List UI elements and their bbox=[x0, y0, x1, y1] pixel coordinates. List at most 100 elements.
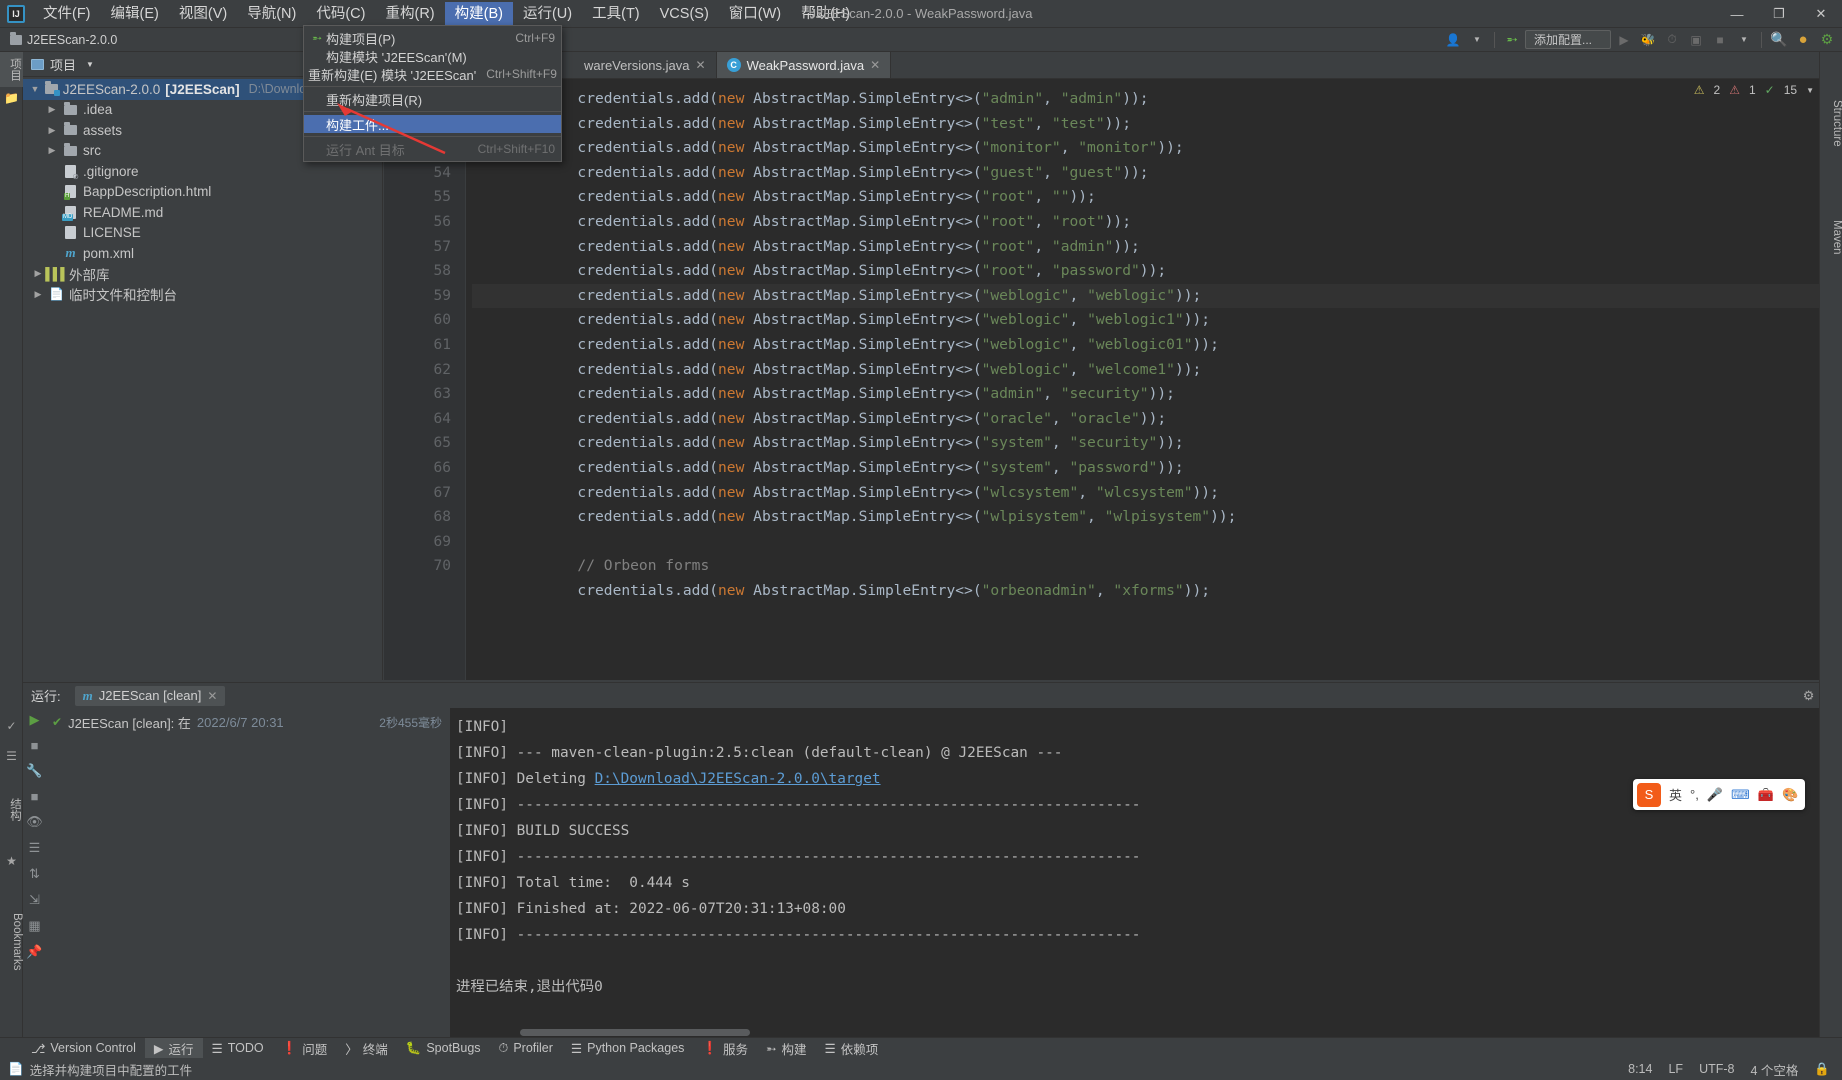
window-controls[interactable]: — ❐ ✕ bbox=[1716, 0, 1842, 28]
caret-position[interactable]: 8:14 bbox=[1628, 1062, 1652, 1076]
close-icon[interactable]: ✕ bbox=[696, 58, 706, 72]
menu-refactor[interactable]: 重构(R) bbox=[375, 2, 444, 26]
chevron-down-icon[interactable]: ▼ bbox=[1466, 30, 1488, 50]
tree-item-readme[interactable]: README.md bbox=[23, 202, 382, 223]
folder-icon[interactable]: 📁 bbox=[0, 87, 23, 109]
chart-icon[interactable]: ▦ bbox=[28, 918, 40, 934]
tree-item-bappdescription[interactable]: BappDescription.html bbox=[23, 182, 382, 203]
chevron-collapsed-icon[interactable]: ▶ bbox=[43, 104, 61, 115]
inspection-widget[interactable]: ⚠ 2 ⚠ 1 ✓ 15 ▼ bbox=[1694, 79, 1820, 101]
bottom-tab-terminal[interactable]: 〉 终端 bbox=[336, 1038, 397, 1059]
stop-icon-2[interactable]: ■ bbox=[31, 738, 39, 753]
code-editor[interactable]: ⚠ 2 ⚠ 1 ✓ 15 ▼ 51 52 53 54 55 56 57 58 5… bbox=[384, 79, 1842, 680]
hammer-icon[interactable]: ➵ bbox=[1501, 30, 1523, 50]
settings-gear-icon-2[interactable]: ⚙ bbox=[1803, 688, 1815, 704]
export-icon[interactable]: ⇲ bbox=[29, 892, 40, 908]
menu-edit[interactable]: 编辑(E) bbox=[101, 2, 169, 26]
settings-icon-2[interactable]: 🔧 bbox=[26, 763, 42, 779]
tree-item-external-libraries[interactable]: ▶ ▌▌▌ 外部库 bbox=[23, 264, 382, 285]
rerun-icon[interactable]: ▶ bbox=[30, 712, 40, 728]
bottom-tab-python-packages[interactable]: ☰ Python Packages bbox=[562, 1038, 694, 1059]
bookmarks-icon[interactable]: ★ bbox=[0, 850, 23, 872]
bottom-tab-run[interactable]: ▶ 运行 bbox=[144, 1037, 203, 1059]
bottom-tab-problems[interactable]: ❗ 问题 bbox=[273, 1038, 337, 1059]
console-horizontal-scrollbar[interactable] bbox=[450, 1027, 1819, 1037]
skin-icon[interactable]: 🎨 bbox=[1782, 787, 1798, 803]
editor-tab-weakpassword[interactable]: C WeakPassword.java ✕ bbox=[716, 52, 892, 78]
pin-icon-2[interactable]: 📌 bbox=[26, 944, 42, 960]
profile-icon[interactable]: ⏱ bbox=[1661, 30, 1683, 50]
bottom-tab-version-control[interactable]: ⎇ Version Control bbox=[22, 1038, 145, 1059]
tree-item-license[interactable]: LICENSE bbox=[23, 223, 382, 244]
chevron-down-icon-2[interactable]: ▼ bbox=[1733, 30, 1755, 50]
menu-item-rebuild-project[interactable]: 重新构建项目(R) bbox=[304, 90, 561, 108]
menu-bar[interactable]: 文件(F) 编辑(E) 视图(V) 导航(N) 代码(C) 重构(R) 构建(B… bbox=[33, 0, 860, 28]
file-encoding[interactable]: UTF-8 bbox=[1699, 1062, 1734, 1076]
user-icon[interactable]: 👤 bbox=[1442, 30, 1464, 50]
bottom-tab-build[interactable]: ➵ 构建 bbox=[757, 1038, 816, 1059]
left-tab-project[interactable]: 项目 bbox=[0, 52, 23, 87]
run-tab[interactable]: m J2EEScan [clean] ✕ bbox=[74, 685, 226, 706]
bottom-tab-services[interactable]: ❗ 服务 bbox=[693, 1038, 757, 1059]
menu-vcs[interactable]: VCS(S) bbox=[650, 2, 719, 26]
editor-code-area[interactable]: credentials.add(new AbstractMap.SimpleEn… bbox=[466, 87, 1842, 680]
editor-gutter[interactable]: 51 52 53 54 55 56 57 58 59 60 61 62 63 6… bbox=[384, 79, 466, 680]
debug-icon[interactable]: 🐝 bbox=[1637, 30, 1659, 50]
run-console[interactable]: [INFO] [INFO] --- maven-clean-plugin:2.5… bbox=[450, 708, 1819, 1037]
keyboard-icon[interactable]: ⌨ bbox=[1731, 787, 1750, 803]
left-tab-structure[interactable]: 结构 bbox=[0, 792, 23, 827]
commit-icon[interactable]: ✓ bbox=[0, 715, 23, 737]
menu-item-build-artifacts[interactable]: 构建工件... bbox=[304, 115, 561, 133]
menu-build[interactable]: 构建(B) bbox=[444, 1, 513, 26]
line-separator[interactable]: LF bbox=[1668, 1062, 1683, 1076]
lock-icon[interactable]: 🔒 bbox=[1814, 1062, 1830, 1077]
coverage-icon[interactable]: ▣ bbox=[1685, 30, 1707, 50]
bottom-tab-spotbugs[interactable]: 🐛 SpotBugs bbox=[397, 1038, 490, 1059]
run-icon[interactable]: ▶ bbox=[1613, 30, 1635, 50]
run-result-row[interactable]: ✔ J2EEScan [clean]: 在 2022/6/7 20:31 2秒4… bbox=[46, 711, 450, 733]
settings-icon[interactable]: ⚙ bbox=[1816, 30, 1838, 50]
pin-icon[interactable]: ■ bbox=[31, 789, 39, 804]
indent-setting[interactable]: 4 个空格 bbox=[1750, 1060, 1798, 1079]
ime-mode-label[interactable]: 英 bbox=[1669, 785, 1682, 804]
maximize-button[interactable]: ❐ bbox=[1758, 0, 1800, 28]
search-icon[interactable]: 🔍 bbox=[1768, 30, 1790, 50]
tree-item-scratches[interactable]: ▶ 📄 临时文件和控制台 bbox=[23, 284, 382, 305]
sort-icon[interactable]: ⇅ bbox=[29, 866, 40, 882]
right-tab-structure[interactable]: Structure bbox=[1820, 92, 1842, 155]
chevron-collapsed-icon-2[interactable]: ▶ bbox=[43, 125, 61, 136]
right-tab-maven[interactable]: Maven bbox=[1820, 212, 1842, 263]
chevron-down-icon[interactable]: ▼ bbox=[1806, 86, 1814, 95]
tree-item-pom[interactable]: m pom.xml bbox=[23, 243, 382, 264]
menu-item-build-project[interactable]: ➵ 构建项目(P) Ctrl+F9 bbox=[304, 29, 561, 47]
menu-file[interactable]: 文件(F) bbox=[33, 2, 101, 26]
menu-item-run-ant-target[interactable]: 运行 Ant 目标 Ctrl+Shift+F10 bbox=[304, 140, 561, 158]
bottom-tab-dependencies[interactable]: ☰ 依赖项 bbox=[816, 1038, 888, 1059]
menu-code[interactable]: 代码(C) bbox=[306, 2, 375, 26]
minimize-button[interactable]: — bbox=[1716, 0, 1758, 28]
menu-navigate[interactable]: 导航(N) bbox=[237, 2, 306, 26]
menu-window[interactable]: 窗口(W) bbox=[719, 2, 791, 26]
chevron-collapsed-icon-3[interactable]: ▶ bbox=[43, 145, 61, 156]
bottom-tab-profiler[interactable]: ⏱ Profiler bbox=[490, 1038, 562, 1059]
notifications-icon[interactable]: ● bbox=[1792, 30, 1814, 50]
menu-run[interactable]: 运行(U) bbox=[513, 2, 582, 26]
close-icon-3[interactable]: ✕ bbox=[207, 689, 217, 703]
toolbox-icon[interactable]: 🧰 bbox=[1758, 787, 1774, 803]
eye-icon[interactable]: 👁 bbox=[26, 814, 43, 830]
build-tool-icon[interactable]: ☰ bbox=[0, 745, 23, 767]
chevron-down-icon[interactable]: ▼ bbox=[86, 60, 94, 69]
menu-item-build-module[interactable]: 构建模块 'J2EEScan'(M) bbox=[304, 47, 561, 65]
target-path-link[interactable]: D:\Download\J2EEScan-2.0.0\target bbox=[595, 771, 881, 787]
project-breadcrumb[interactable]: J2EEScan-2.0.0 bbox=[10, 31, 117, 47]
ime-punctuation-toggle[interactable]: °, bbox=[1690, 787, 1699, 802]
close-icon-2[interactable]: ✕ bbox=[870, 58, 880, 72]
menu-tools[interactable]: 工具(T) bbox=[582, 2, 650, 26]
editor-tab-wareversions[interactable]: wareVersions.java ✕ bbox=[574, 52, 717, 78]
microphone-icon[interactable]: 🎤 bbox=[1707, 787, 1723, 803]
left-tab-bookmarks[interactable]: Bookmarks bbox=[0, 907, 23, 977]
menu-view[interactable]: 视图(V) bbox=[169, 2, 237, 26]
chevron-expanded-icon[interactable]: ▼ bbox=[27, 84, 43, 94]
stop-icon[interactable]: ■ bbox=[1709, 30, 1731, 50]
menu-help[interactable]: 帮助(H) bbox=[791, 2, 860, 26]
